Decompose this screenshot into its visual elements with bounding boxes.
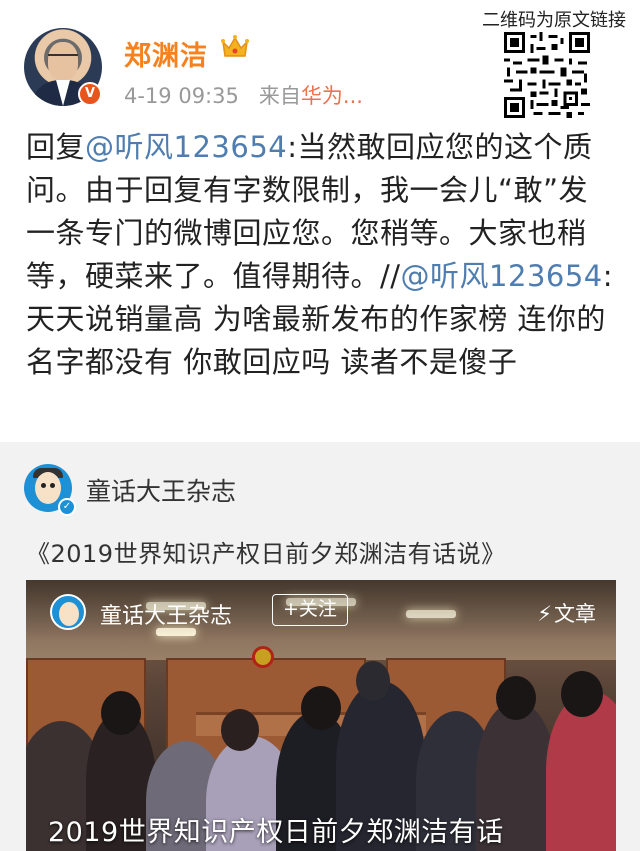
qr-code-icon[interactable] xyxy=(504,32,590,118)
video-caption: 2019世界知识产权日前夕郑渊洁有话 xyxy=(48,817,504,848)
video-account-name[interactable]: 童话大王杂志 xyxy=(100,598,232,630)
crown-icon[interactable] xyxy=(220,34,250,60)
court-emblem xyxy=(252,646,274,668)
type-label-text: 文章 xyxy=(554,602,596,626)
avatar-head xyxy=(59,602,79,626)
mention-link[interactable]: @听风123654 xyxy=(85,130,287,164)
article-type-label: ⚡文章 xyxy=(537,598,596,628)
avatar-eye xyxy=(50,483,55,488)
mention-link[interactable]: @听风123654 xyxy=(401,259,603,293)
post-body-text: 回复@听风123654:当然敢回应您的这个质问。由于回复有字数限制，我一会儿“敢… xyxy=(26,126,616,384)
avatar-glasses xyxy=(48,54,78,62)
reply-prefix: 回复 xyxy=(26,130,86,164)
person-head xyxy=(301,686,341,730)
video-account-avatar[interactable] xyxy=(50,594,86,630)
person-head xyxy=(101,691,141,735)
post-timestamp: 4-19 09:35 xyxy=(124,84,239,108)
video-card[interactable]: 童话大王杂志 +关注 ⚡文章 2019世界知识产权日前夕郑渊洁有话 xyxy=(26,580,616,851)
username[interactable]: 郑渊洁 xyxy=(124,34,208,73)
post-header: V 郑渊洁 4-19 09:35 来自华为... 二维码为原文链接 xyxy=(0,0,640,118)
verified-badge-icon: ✓ xyxy=(58,498,76,516)
article-title[interactable]: 《2019世界知识产权日前夕郑渊洁有话说》 xyxy=(26,534,506,569)
person-head xyxy=(356,661,390,701)
qr-caption: 二维码为原文链接 xyxy=(482,10,626,31)
source-account-name[interactable]: 童话大王杂志 xyxy=(86,472,236,508)
person-head xyxy=(561,671,603,717)
repost-card[interactable]: ✓ 童话大王杂志 《2019世界知识产权日前夕郑渊洁有话说》 童话大王杂志 +关… xyxy=(0,442,640,851)
avatar-eye xyxy=(41,483,46,488)
follow-button[interactable]: +关注 xyxy=(272,594,348,626)
post-meta: 4-19 09:35 来自华为... xyxy=(124,80,363,110)
avatar-head xyxy=(35,472,61,504)
lightning-icon: ⚡ xyxy=(537,602,552,626)
source-device-link[interactable]: 华为... xyxy=(301,84,363,108)
verified-badge-icon: V xyxy=(78,82,102,106)
person-head xyxy=(221,709,259,751)
source-prefix: 来自 xyxy=(258,84,301,108)
person-head xyxy=(496,676,536,720)
